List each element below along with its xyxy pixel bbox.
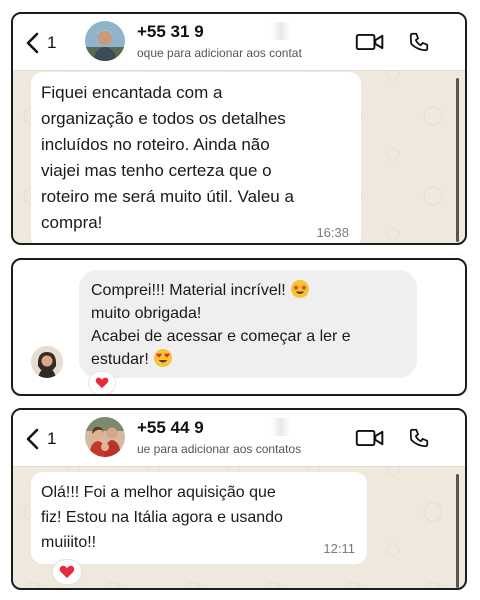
message-text: Olá!!! Foi a melhor aquisição que fiz! E… — [41, 484, 283, 551]
message-text: Fiquei encantada com a organização e tod… — [41, 83, 294, 232]
incoming-message-bubble[interactable]: Comprei!!! Material incrível! muito obri… — [79, 270, 417, 378]
chat-screenshot-1: 1 +55 31 9 oque para adicionar aos conta… — [11, 12, 467, 245]
incoming-message-bubble[interactable]: Fiquei encantada com a organização e tod… — [31, 72, 361, 243]
back-count: 1 — [47, 33, 57, 52]
redaction-mask — [203, 418, 300, 436]
chat-screenshot-3: 1 +55 44 9 ue para adicionar aos contato… — [11, 408, 467, 590]
message-timestamp: 16:38 — [316, 225, 349, 240]
add-to-contacts-hint[interactable]: oque para adicionar aos contat — [137, 46, 347, 60]
chat-header: 1 +55 44 9 ue para adicionar aos contato… — [13, 410, 465, 467]
sender-avatar[interactable] — [31, 346, 63, 378]
contact-avatar[interactable] — [85, 417, 125, 457]
video-call-button[interactable] — [353, 30, 387, 54]
back-button[interactable]: 1 — [25, 424, 69, 454]
back-button[interactable]: 1 — [25, 28, 69, 58]
chat-header: 1 +55 31 9 oque para adicionar aos conta… — [13, 14, 465, 71]
message-text: Comprei!!! Material incrível! muito obri… — [91, 279, 351, 371]
voice-call-button[interactable] — [407, 426, 431, 450]
message-timestamp: 12:11 — [323, 541, 355, 556]
heart-icon — [95, 377, 109, 389]
contact-avatar[interactable] — [85, 21, 125, 61]
heart-eyes-emoji — [154, 349, 173, 367]
back-count: 1 — [47, 429, 57, 448]
add-to-contacts-hint[interactable]: ue para adicionar aos contatos — [137, 442, 347, 456]
video-camera-icon — [355, 429, 384, 447]
video-call-button[interactable] — [353, 426, 387, 450]
contact-phone[interactable]: +55 31 9 — [137, 22, 300, 42]
chevron-left-icon — [26, 32, 39, 54]
message-reaction[interactable] — [89, 372, 115, 394]
heart-icon — [59, 565, 75, 578]
video-camera-icon — [355, 33, 384, 51]
contact-phone[interactable]: +55 44 9 — [137, 418, 300, 438]
voice-call-button[interactable] — [407, 30, 431, 54]
chevron-left-icon — [26, 428, 39, 450]
phone-icon — [409, 32, 429, 52]
scrollbar[interactable] — [456, 474, 459, 588]
redaction-mask — [203, 22, 300, 40]
star-struck-emoji — [291, 280, 310, 298]
chat-screenshot-2: Comprei!!! Material incrível! muito obri… — [11, 258, 467, 396]
message-reaction[interactable] — [53, 560, 81, 584]
phone-icon — [409, 428, 429, 448]
incoming-message-bubble[interactable]: Olá!!! Foi a melhor aquisição que fiz! E… — [31, 472, 367, 564]
scrollbar[interactable] — [456, 78, 459, 242]
